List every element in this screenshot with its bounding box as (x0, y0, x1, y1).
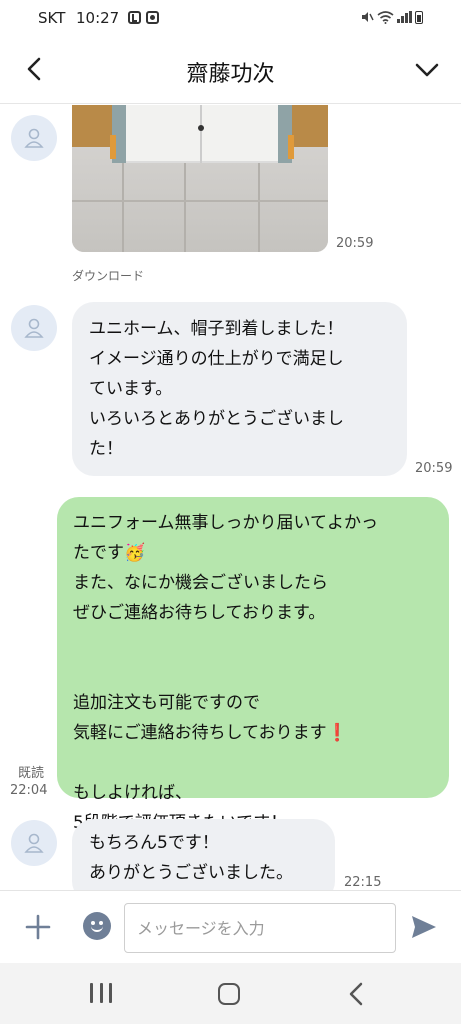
battery-icon (415, 10, 423, 24)
status-bar: SKT 10:27 (0, 0, 461, 36)
message-input[interactable] (124, 903, 396, 953)
message-list[interactable]: 20:59 ダウンロード ユニホーム、帽子到着しました！ イメージ通りの仕上がり… (0, 105, 461, 890)
user-icon (24, 318, 44, 338)
sent-message[interactable]: ユニフォーム無事しっかり届いてよかっ たです🥳 また、なにか機会ございましたら … (57, 497, 449, 833)
received-message[interactable]: もちろん5です！ ありがとうございました。 (72, 819, 335, 890)
message-time: 22:04 (10, 783, 48, 798)
user-icon (24, 128, 44, 148)
photo-message[interactable] (72, 105, 328, 252)
chat-title: 齋藤功次 (186, 62, 275, 87)
download-link[interactable]: ダウンロード (72, 267, 144, 284)
signal-icon (397, 11, 412, 23)
avatar[interactable] (11, 305, 57, 351)
message-time: 20:59 (336, 236, 374, 251)
notification-app-icon (128, 11, 141, 24)
message-composer (0, 890, 461, 963)
status-time: 10:27 (76, 9, 120, 27)
wifi-icon (377, 10, 394, 24)
read-receipt: 既読 22:04 (10, 765, 47, 799)
message-time: 22:15 (344, 875, 382, 890)
chevron-down-icon[interactable] (413, 56, 441, 82)
read-status: 既読 (18, 766, 45, 781)
chat-header: 齋藤功次 (0, 36, 461, 104)
send-icon[interactable] (410, 913, 438, 941)
message-time: 20:59 (415, 461, 453, 476)
avatar[interactable] (11, 820, 57, 866)
carrier-label: SKT (38, 9, 66, 27)
recents-icon[interactable] (90, 983, 112, 1003)
emoji-icon[interactable] (83, 912, 111, 940)
back-icon[interactable] (346, 981, 368, 1007)
home-icon[interactable] (218, 983, 240, 1005)
avatar[interactable] (11, 115, 57, 161)
user-icon (24, 833, 44, 853)
plus-icon[interactable] (24, 913, 52, 941)
back-arrow-icon[interactable] (22, 56, 48, 82)
status-icons (360, 10, 423, 24)
notification-app-icon (146, 11, 159, 24)
received-message[interactable]: ユニホーム、帽子到着しました！ イメージ通りの仕上がりで満足し ています。 いろ… (72, 302, 407, 476)
mute-icon (362, 12, 374, 22)
system-nav-bar (0, 963, 461, 1024)
